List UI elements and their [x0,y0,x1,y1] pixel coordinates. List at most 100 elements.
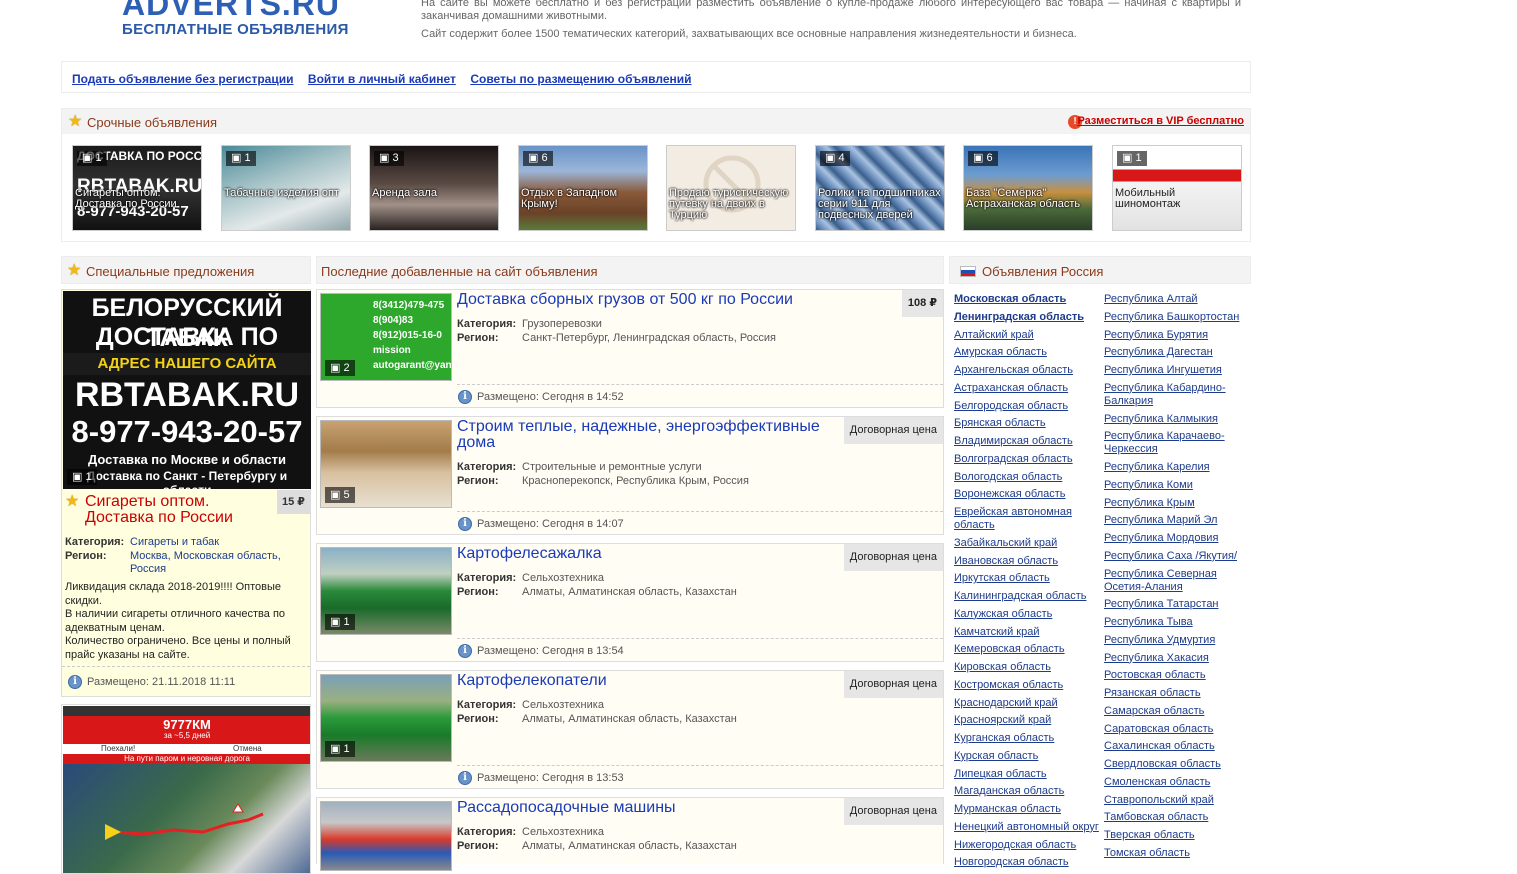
region-link[interactable]: Архангельская область [954,364,1104,377]
region-link[interactable]: Республика Дагестан [1104,346,1254,359]
region-value[interactable]: Алматы, Алматинская область, Казахстан [522,713,737,726]
region-link[interactable]: Костромская область [954,679,1104,692]
region-link[interactable]: Ростовская область [1104,669,1254,682]
region-link[interactable]: Брянская область [954,417,1104,430]
region-link[interactable]: Ставропольский край [1104,794,1254,807]
region-link[interactable]: Ивановская область [954,555,1104,568]
special-offer-card[interactable]: БЕЛОРУССКИЙ ТАБАК ДОСТАВКА ПО РОССИИ АДР… [61,289,311,697]
region-link[interactable]: Вологодская область [954,471,1104,484]
region-link[interactable]: Красноярский край [954,714,1104,727]
region-link[interactable]: Краснодарский край [954,697,1104,710]
region-link[interactable]: Нижегородская область [954,839,1104,852]
region-link[interactable]: Ненецкий автономный округ [954,821,1104,834]
urgent-thumb[interactable]: Продаю туристическую путевку на двоих в … [666,145,796,231]
vip-link[interactable]: Разместиться в VIP бесплатно [1077,115,1244,127]
special-offer-card[interactable]: 9777КМ за ~5,5 дней Поехали! Отмена На п… [61,704,311,874]
region-link[interactable]: Свердловская область [1104,758,1254,771]
region-link[interactable]: Республика Ингушетия [1104,364,1254,377]
listing-title[interactable]: Картофелесажалка [457,546,837,562]
region-link[interactable]: Сахалинская область [1104,740,1254,753]
region-link[interactable]: Республика Карачаево-Черкессия [1104,430,1254,456]
category-value[interactable]: Сигареты и табак [130,536,219,549]
region-link[interactable]: Республика Карелия [1104,461,1254,474]
region-link[interactable]: Ленинградская область [954,311,1104,324]
region-link[interactable]: Республика Удмуртия [1104,634,1254,647]
category-value[interactable]: Строительные и ремонтные услуги [522,461,702,474]
region-link[interactable]: Самарская область [1104,705,1254,718]
region-link[interactable]: Рязанская область [1104,687,1254,700]
region-link[interactable]: Волгоградская область [954,453,1104,466]
region-link[interactable]: Кировская область [954,661,1104,674]
urgent-thumb[interactable]: ▣ 1 Мобильный шиномонтаж [1112,145,1242,231]
special-offer-title[interactable]: Сигареты оптом. Доставка по России [85,494,275,526]
region-link[interactable]: Магаданская область [954,785,1104,798]
tips-link[interactable]: Советы по размещению объявлений [470,72,691,86]
listing-card[interactable]: ▣ 5 Строим теплые, надежные, энергоэффек… [316,416,944,535]
listing-image[interactable]: ▣ 5 [320,420,452,508]
post-ad-link[interactable]: Подать объявление без регистрации [72,72,293,86]
region-link[interactable]: Иркутская область [954,572,1104,585]
region-link[interactable]: Мурманская область [954,803,1104,816]
region-link[interactable]: Забайкальский край [954,537,1104,550]
listing-card[interactable]: ▣ 1 Картофелекопатели Договорная цена Ка… [316,670,944,789]
urgent-thumb[interactable]: ▣ 1 Табачные изделия опт [221,145,351,231]
region-link[interactable]: Московская область [954,293,1104,306]
category-value[interactable]: Сельхозтехника [522,699,604,712]
listing-image[interactable] [320,801,452,871]
site-logo[interactable]: ADVERTS.RU БЕСПЛАТНЫЕ ОБЪЯВЛЕНИЯ [122,0,352,37]
region-link[interactable]: Камчатский край [954,626,1104,639]
region-link[interactable]: Республика Башкортостан [1104,311,1254,324]
region-link[interactable]: Республика Алтай [1104,293,1254,306]
region-link[interactable]: Томская область [1104,847,1254,860]
region-link[interactable]: Республика Мордовия [1104,532,1254,545]
category-value[interactable]: Сельхозтехника [522,826,604,839]
region-link[interactable]: Саратовская область [1104,723,1254,736]
listing-title[interactable]: Доставка сборных грузов от 500 кг по Рос… [457,292,837,308]
region-link[interactable]: Республика Тыва [1104,616,1254,629]
region-link[interactable]: Белгородская область [954,400,1104,413]
region-link[interactable]: Воронежская область [954,488,1104,501]
listing-title[interactable]: Рассадопосадочные машины [457,800,837,816]
region-link[interactable]: Республика Крым [1104,497,1254,510]
listing-card[interactable]: Рассадопосадочные машины Договорная цена… [316,797,944,871]
urgent-thumb[interactable]: ▣ 6 База "Семёрка" Астраханская область [963,145,1093,231]
listing-image[interactable]: ▣ 1 [320,547,452,635]
listing-image[interactable]: ▣ 1 [320,674,452,762]
urgent-thumb[interactable]: ▣ 4 Ролики на подшипниках серии 911 для … [815,145,945,231]
region-link[interactable]: Республика Кабардино-Балкария [1104,382,1254,408]
region-value[interactable]: Красноперекопск, Республика Крым, Россия [522,475,749,488]
region-value[interactable]: Алматы, Алматинская область, Казахстан [522,586,737,599]
listing-title[interactable]: Картофелекопатели [457,673,837,689]
region-value[interactable]: Алматы, Алматинская область, Казахстан [522,840,737,853]
listing-title[interactable]: Строим теплые, надежные, энергоэффективн… [457,419,837,451]
listing-image[interactable]: 8(3412)479-475 8(904)83 8(912)015-16-0 miss… [320,293,452,381]
region-link[interactable]: Амурская область [954,346,1104,359]
login-link[interactable]: Войти в личный кабинет [308,72,456,86]
region-link[interactable]: Курская область [954,750,1104,763]
region-link[interactable]: Еврейская автономная область [954,506,1104,532]
region-link[interactable]: Липецкая область [954,768,1104,781]
region-link[interactable]: Республика Татарстан [1104,598,1254,611]
region-link[interactable]: Курганская область [954,732,1104,745]
listing-card[interactable]: 8(3412)479-475 8(904)83 8(912)015-16-0 miss… [316,289,944,408]
region-link[interactable]: Кемеровская область [954,643,1104,656]
region-link[interactable]: Московская область [174,550,278,562]
region-link[interactable]: Новгородская область [954,856,1104,869]
region-link[interactable]: Владимирская область [954,435,1104,448]
region-link[interactable]: Москва [130,550,168,562]
region-link[interactable]: Алтайский край [954,329,1104,342]
region-link[interactable]: Астраханская область [954,382,1104,395]
region-link[interactable]: Калужская область [954,608,1104,621]
region-link[interactable]: Республика Северная Осетия-Алания [1104,568,1254,594]
urgent-thumb[interactable]: ▣ 3 Аренда зала [369,145,499,231]
region-link[interactable]: Тверская область [1104,829,1254,842]
region-link[interactable]: Республика Бурятия [1104,329,1254,342]
urgent-thumb[interactable]: ▣ 6 Отдых в Западном Крыму! [518,145,648,231]
region-link[interactable]: Республика Саха /Якутия/ [1104,550,1254,563]
region-link[interactable]: Смоленская область [1104,776,1254,789]
region-link[interactable]: Республика Коми [1104,479,1254,492]
category-value[interactable]: Грузоперевозки [522,318,602,331]
category-value[interactable]: Сельхозтехника [522,572,604,585]
special-offer-banner[interactable]: БЕЛОРУССКИЙ ТАБАК ДОСТАВКА ПО РОССИИ АДР… [63,291,311,489]
region-link[interactable]: Республика Хакасия [1104,652,1254,665]
